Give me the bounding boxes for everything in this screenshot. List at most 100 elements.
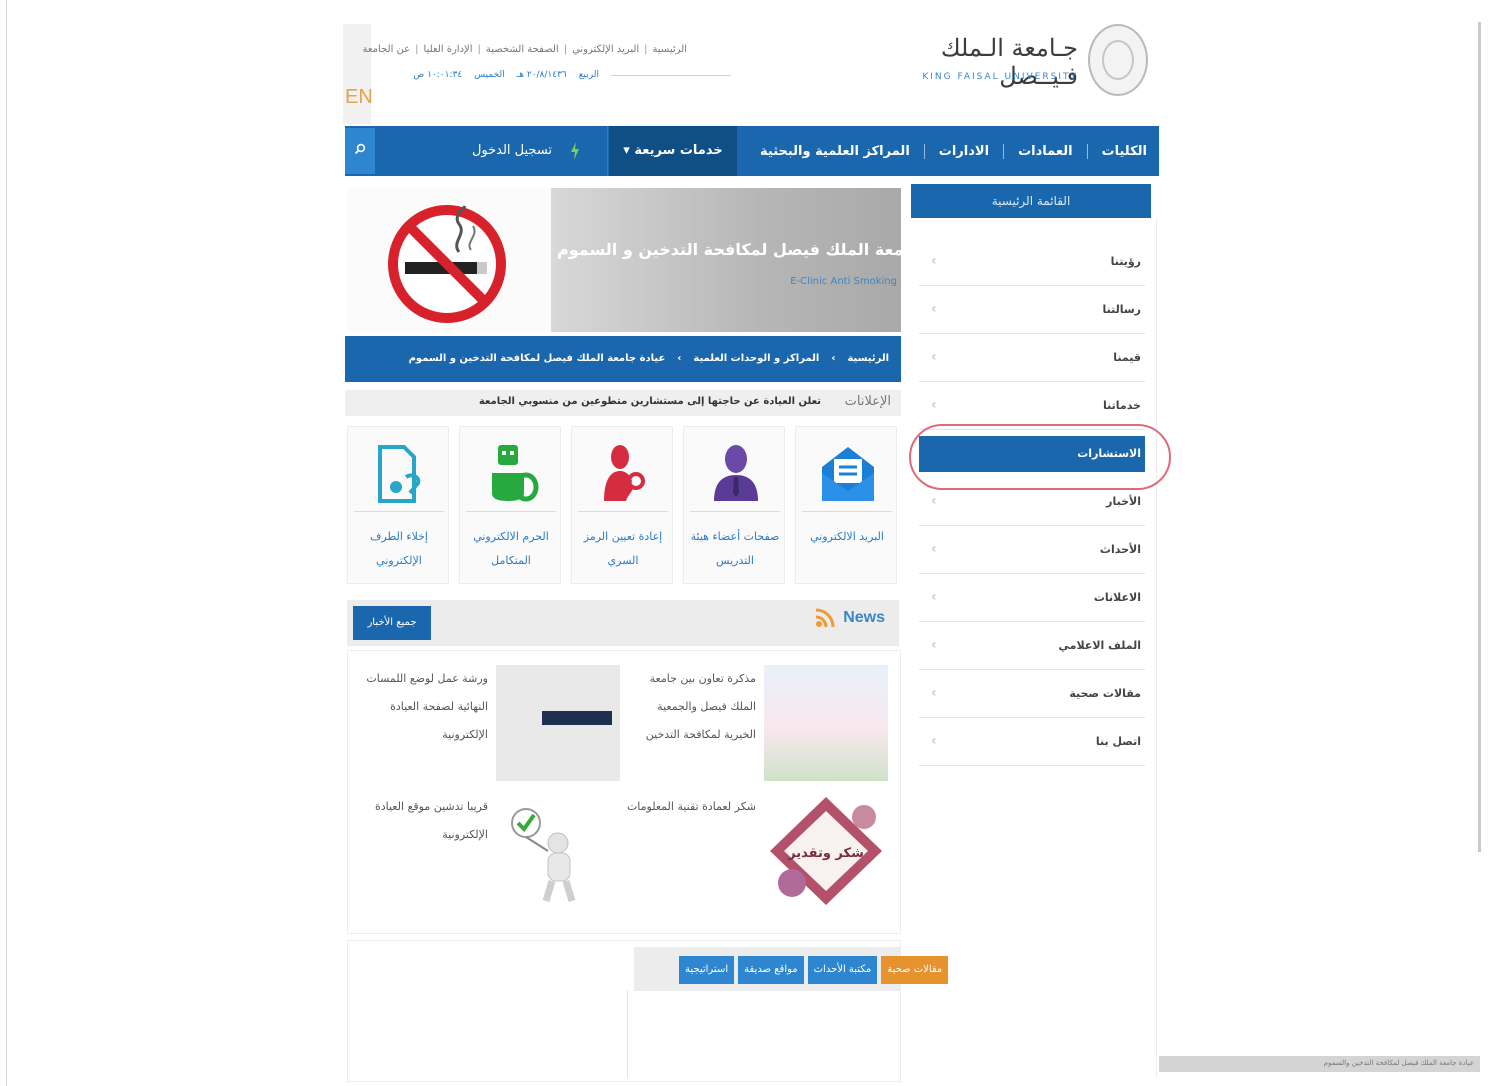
sidebar-border <box>1156 218 1157 1078</box>
top-link-separator: | <box>644 44 648 55</box>
service-tile-clearance[interactable]: إخلاء الطرف الإلكتروني <box>347 426 449 584</box>
service-tile-email[interactable]: البريد الالكتروني <box>795 426 897 584</box>
quick-services-label: خدمات سريعة <box>634 143 723 158</box>
news-title-text: News <box>843 609 885 626</box>
tile-divider <box>354 511 444 512</box>
date-season: الربيع <box>578 70 599 80</box>
tab-health-articles[interactable]: مقالات صحية <box>881 956 949 984</box>
news-item[interactable]: ورشة عمل لوضع اللمسات النهائية لصفحة الع… <box>358 665 628 783</box>
nav-colleges[interactable]: الكليات <box>1086 143 1151 159</box>
rss-icon <box>816 608 835 628</box>
tile-divider <box>466 511 556 512</box>
breadcrumb-centers[interactable]: المراكز و الوحدات العلمية <box>693 336 819 382</box>
sidebar-item-label: قيمنا <box>1113 351 1141 364</box>
main-navbar: تسجيل الدخول ▾ خدمات سريعة الكليات العما… <box>345 126 1159 176</box>
news-thumbnail <box>496 665 620 781</box>
sidebar-item-vision[interactable]: رؤيتنا ‹ <box>919 238 1145 286</box>
language-strip <box>343 24 371 124</box>
sidebar-title: القائمة الرئيسية <box>911 184 1151 218</box>
envelope-icon <box>822 447 874 501</box>
thank-you-caption: شكر وتقدير <box>787 846 864 861</box>
sidebar-item-contact[interactable]: اتصل بنا ‹ <box>919 718 1145 766</box>
sidebar-item-values[interactable]: قيمنا ‹ <box>919 334 1145 382</box>
service-tile-label: إعادة تعيين الرمز السري <box>583 530 663 567</box>
chevron-left-icon: ‹ <box>931 637 937 653</box>
news-item-text[interactable]: قريبا تدشين موقع العيادة الإلكترونية <box>358 793 488 849</box>
university-name-english: KING FAISAL UNIVERSITY <box>922 72 1078 82</box>
bottom-divider <box>627 990 628 1078</box>
sidebar-item-announcements[interactable]: الاعلانات ‹ <box>919 574 1145 622</box>
breadcrumb: الرئيسية ‹ المراكز و الوحدات العلمية ‹ ع… <box>345 336 901 382</box>
news-item[interactable]: مذكرة تعاون بين جامعة الملك فيصل والجمعي… <box>626 665 896 783</box>
sidebar-item-label: اتصل بنا <box>1095 735 1141 748</box>
sidebar-item-label: خدماتنا <box>1103 399 1141 412</box>
hero-banner: عيادة جامعة الملك فيصل لمكافحة التدخين و… <box>347 188 901 332</box>
top-link-home[interactable]: الرئيسية <box>653 44 687 55</box>
nav-deanships[interactable]: العمادات <box>1003 143 1086 159</box>
sidebar-item-label: رؤيتنا <box>1110 255 1141 268</box>
lightning-icon <box>571 142 579 160</box>
chevron-left-icon: ‹ <box>931 397 937 413</box>
nav-divider <box>607 126 608 176</box>
news-item-text[interactable]: ورشة عمل لوضع اللمسات النهائية لصفحة الع… <box>358 665 488 749</box>
all-news-button[interactable]: جميع الأخبار <box>353 606 431 640</box>
tab-events-library[interactable]: مكتبة الأحداث <box>807 956 878 984</box>
top-link-email[interactable]: البريد الإلكتروني <box>572 44 639 55</box>
banner-subtitle: E-Clinic Anti Smoking <box>790 276 897 287</box>
sidebar-item-health-articles[interactable]: مقالات صحية ‹ <box>919 670 1145 718</box>
search-icon[interactable] <box>345 128 375 174</box>
news-item-text[interactable]: مذكرة تعاون بين جامعة الملك فيصل والجمعي… <box>626 665 756 749</box>
announcement-label: الإعلانات <box>844 394 891 409</box>
top-link-profile[interactable]: الصفحة الشخصية <box>486 44 559 55</box>
sidebar-item-label: الأحداث <box>1099 543 1141 556</box>
sidebar-item-label: رسالتنا <box>1102 303 1141 316</box>
sidebar-item-label: مقالات صحية <box>1069 687 1141 700</box>
nav-departments[interactable]: الادارات <box>923 143 1003 159</box>
language-switch-en[interactable]: EN <box>345 86 373 109</box>
sidebar-item-events[interactable]: الأحداث ‹ <box>919 526 1145 574</box>
sidebar-item-label: الاعلانات <box>1093 591 1141 604</box>
top-link-about[interactable]: عن الجامعة <box>363 44 411 55</box>
date-row: الربيع ٢٠/٨/١٤٣٦ هـ الخميس ١٠:٠١:٣٤ ص <box>391 70 731 80</box>
chevron-left-icon: ‹ <box>931 349 937 365</box>
sidebar-item-services[interactable]: خدماتنا ‹ <box>919 382 1145 430</box>
top-link-separator: | <box>563 44 568 55</box>
top-link-separator: | <box>477 44 481 55</box>
service-tile-faculty-pages[interactable]: صفحات أعضاء هيئة التدريس <box>683 426 785 584</box>
news-item[interactable]: قريبا تدشين موقع العيادة الإلكترونية <box>358 793 628 911</box>
sidebar-menu: رؤيتنا ‹ رسالتنا ‹ قيمنا ‹ خدماتنا ‹ الاستشا… <box>919 238 1145 766</box>
news-item[interactable]: شكر وتقدير شكر لعمادة تقنية المعلومات <box>626 793 896 911</box>
active-item-highlight-ring <box>909 424 1171 490</box>
tile-divider <box>690 511 780 512</box>
no-smoking-icon <box>347 188 551 332</box>
announcement-text[interactable]: تعلن العيادة عن حاجتها إلى مستشارين متطو… <box>479 396 821 407</box>
chevron-left-icon: ‹ <box>931 685 937 701</box>
top-link-management[interactable]: الإدارة العليا <box>424 44 473 55</box>
service-tile-label: صفحات أعضاء هيئة التدريس <box>690 530 780 567</box>
service-tile-label: البريد الالكتروني <box>810 530 884 543</box>
quick-services-dropdown[interactable]: ▾ خدمات سريعة <box>609 126 737 176</box>
chevron-left-icon: ‹ <box>931 733 937 749</box>
service-tile-password-reset[interactable]: إعادة تعيين الرمز السري <box>571 426 673 584</box>
service-tile-e-campus[interactable]: الحرم الالكتروني المتكامل <box>459 426 561 584</box>
tab-friendly-sites[interactable]: مواقع صديقة <box>738 956 804 984</box>
sidebar-item-mission[interactable]: رسالتنا ‹ <box>919 286 1145 334</box>
banner-title: عيادة جامعة الملك فيصل لمكافحة التدخين و… <box>557 240 901 259</box>
chevron-left-icon: ‹ <box>931 301 937 317</box>
chevron-left-icon: ‹ <box>931 253 937 269</box>
chevron-down-icon: ▾ <box>623 143 630 158</box>
thank-you-frame-icon: شكر وتقدير <box>770 797 882 905</box>
page: EN الرئيسية | البريد الإلكتروني | الصفحة… <box>343 18 1171 1082</box>
news-thumbnail: شكر وتقدير <box>764 793 888 909</box>
nav-research-centers[interactable]: المراكز العلمية والبحثية <box>746 144 924 159</box>
bottom-tabs: مقالات صحية مكتبة الأحداث مواقع صديقة اس… <box>679 956 949 984</box>
tile-divider <box>802 511 892 512</box>
news-thumbnail <box>496 793 620 909</box>
university-seal-logo[interactable] <box>1088 24 1148 96</box>
news-header: جميع الأخبار News <box>347 600 899 646</box>
news-item-text[interactable]: شكر لعمادة تقنية المعلومات <box>626 793 756 821</box>
tab-strategy[interactable]: استراتيجية <box>679 956 735 984</box>
breadcrumb-home[interactable]: الرئيسية <box>847 336 889 382</box>
sidebar-item-media-file[interactable]: الملف الاعلامي ‹ <box>919 622 1145 670</box>
window-scrollbar[interactable] <box>1478 22 1481 852</box>
